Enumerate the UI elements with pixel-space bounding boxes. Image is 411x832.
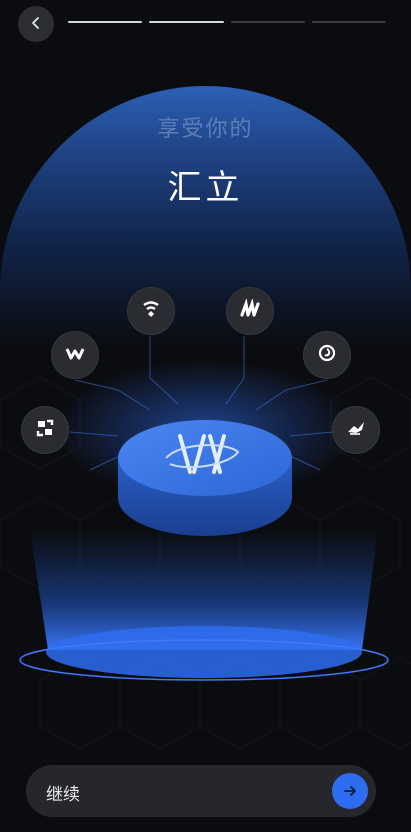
bird-logo-icon [346,418,366,442]
progress-step-1 [68,21,143,23]
top-bar [0,0,411,48]
s-logo-icon [35,418,55,442]
swirl-logo-icon [317,343,337,367]
step-progress [68,21,386,24]
m-logo-icon [239,297,261,323]
partner-bubble-5[interactable] [303,331,351,379]
chevron-left-icon [29,15,43,34]
partner-bubble-6[interactable] [332,406,380,454]
progress-step-3 [230,21,305,23]
continue-label: 继续 [46,785,80,805]
progress-step-2 [149,21,224,23]
wifi-tag-logo-icon [141,299,161,323]
hl-monogram-icon [160,428,244,480]
continue-button[interactable]: 继续 [26,765,376,817]
partner-bubble-2[interactable] [51,331,99,379]
hero-title: 汇立 [167,168,244,208]
hero-subtitle: 享受你的 [157,117,254,142]
partner-bubble-1[interactable] [21,406,69,454]
partner-bubble-4[interactable] [226,287,274,335]
progress-step-4 [311,21,386,23]
arrow-right-icon[interactable] [332,773,368,809]
partner-bubble-3[interactable] [127,287,175,335]
back-button[interactable] [18,6,54,42]
w-logo-icon [65,343,85,367]
onboarding-screen: 享受你的 汇立 继续 [0,0,411,832]
